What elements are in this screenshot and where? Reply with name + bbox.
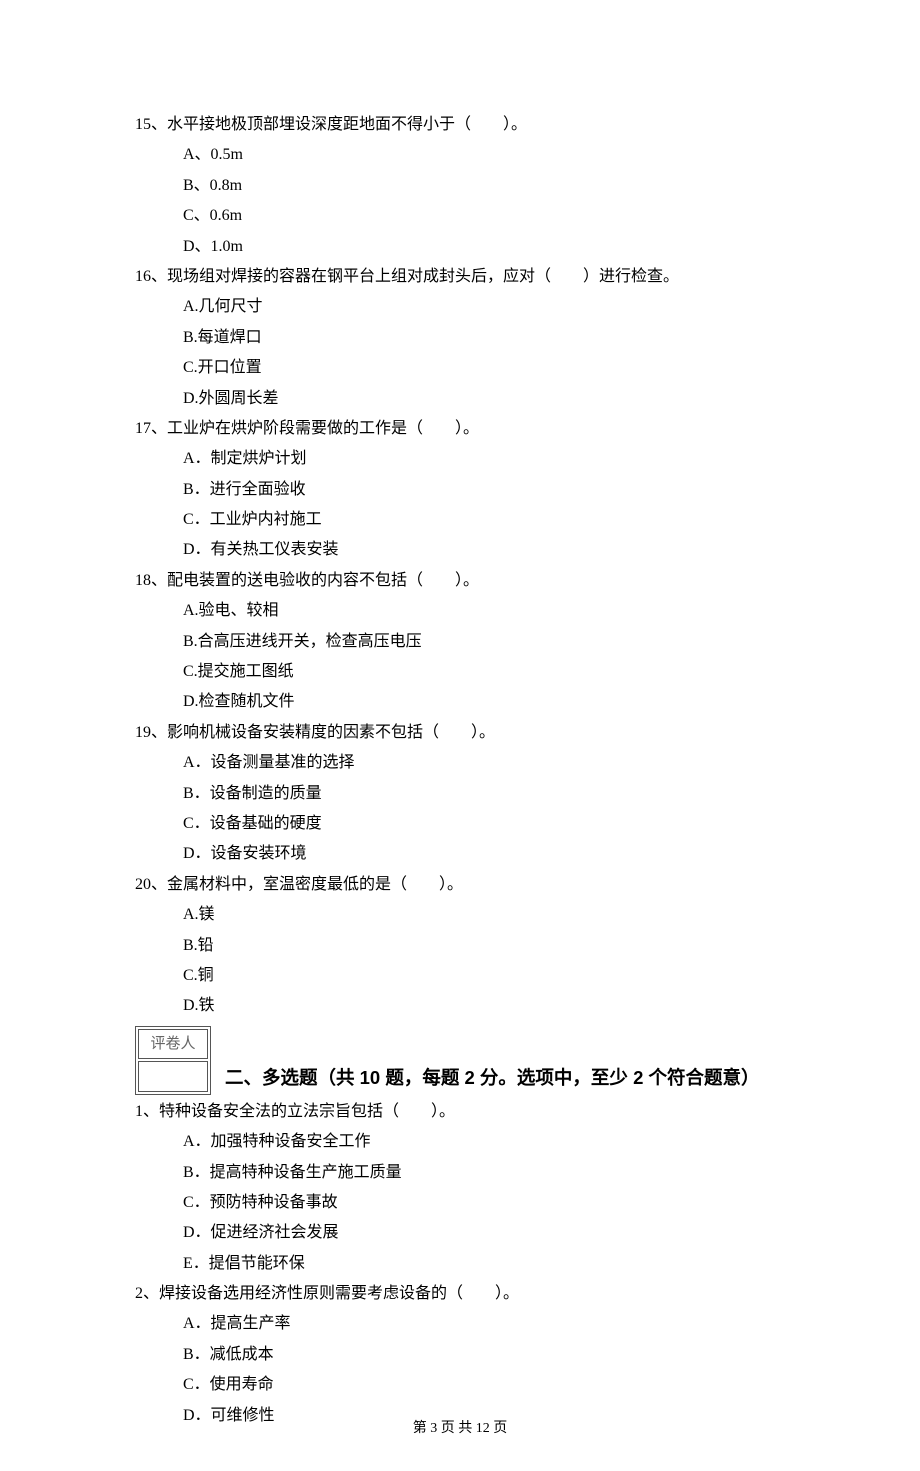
question-stem: 1、特种设备安全法的立法宗旨包括（ ）。 — [135, 1097, 785, 1127]
question-text: 工业炉在烘炉阶段需要做的工作是（ ）。 — [167, 420, 479, 437]
question-stem: 20、金属材料中，室温密度最低的是（ ）。 — [135, 870, 785, 900]
question-stem: 17、工业炉在烘炉阶段需要做的工作是（ ）。 — [135, 414, 785, 444]
option-c: C．预防特种设备事故 — [183, 1188, 785, 1218]
option-a: A.验电、较相 — [183, 596, 785, 626]
options: A.镁 B.铅 C.铜 D.铁 — [135, 900, 785, 1022]
options: A．提高生产率 B．减低成本 C．使用寿命 D．可维修性 — [135, 1309, 785, 1431]
option-e: E．提倡节能环保 — [183, 1249, 785, 1279]
option-c: C．设备基础的硬度 — [183, 809, 785, 839]
question-number: 15、 — [135, 116, 167, 133]
options: A．加强特种设备安全工作 B．提高特种设备生产施工质量 C．预防特种设备事故 D… — [135, 1127, 785, 1279]
question-text: 水平接地极顶部埋设深度距地面不得小于（ ）。 — [167, 116, 527, 133]
options: A.几何尺寸 B.每道焊口 C.开口位置 D.外圆周长差 — [135, 292, 785, 414]
option-a: A．提高生产率 — [183, 1309, 785, 1339]
multi-question-1: 1、特种设备安全法的立法宗旨包括（ ）。 A．加强特种设备安全工作 B．提高特种… — [135, 1097, 785, 1279]
option-a: A、0.5m — [183, 140, 785, 170]
options: A.验电、较相 B.合高压进线开关，检查高压电压 C.提交施工图纸 D.检查随机… — [135, 596, 785, 718]
option-b: B．提高特种设备生产施工质量 — [183, 1158, 785, 1188]
option-c: C.铜 — [183, 961, 785, 991]
question-text: 配电装置的送电验收的内容不包括（ ）。 — [167, 572, 479, 589]
question-stem: 18、配电装置的送电验收的内容不包括（ ）。 — [135, 566, 785, 596]
question-number: 18、 — [135, 572, 167, 589]
option-d: D.检查随机文件 — [183, 687, 785, 717]
option-b: B．减低成本 — [183, 1340, 785, 1370]
question-number: 20、 — [135, 876, 167, 893]
single-choice-block: 15、水平接地极顶部埋设深度距地面不得小于（ ）。 A、0.5m B、0.8m … — [135, 110, 785, 1022]
question-number: 19、 — [135, 724, 167, 741]
question-number: 17、 — [135, 420, 167, 437]
question-text: 影响机械设备安装精度的因素不包括（ ）。 — [167, 724, 495, 741]
section-2-header: 评卷人 二、多选题（共 10 题，每题 2 分。选项中，至少 2 个符合题意） — [135, 1022, 785, 1097]
option-a: A．制定烘炉计划 — [183, 444, 785, 474]
question-text: 焊接设备选用经济性原则需要考虑设备的（ ）。 — [159, 1285, 519, 1302]
question-20: 20、金属材料中，室温密度最低的是（ ）。 A.镁 B.铅 C.铜 D.铁 — [135, 870, 785, 1022]
option-a: A．设备测量基准的选择 — [183, 748, 785, 778]
question-17: 17、工业炉在烘炉阶段需要做的工作是（ ）。 A．制定烘炉计划 B．进行全面验收… — [135, 414, 785, 566]
multi-choice-block: 1、特种设备安全法的立法宗旨包括（ ）。 A．加强特种设备安全工作 B．提高特种… — [135, 1097, 785, 1431]
option-b: B、0.8m — [183, 171, 785, 201]
option-c: C．使用寿命 — [183, 1370, 785, 1400]
option-a: A.几何尺寸 — [183, 292, 785, 322]
option-d: D．促进经济社会发展 — [183, 1218, 785, 1248]
question-19: 19、影响机械设备安装精度的因素不包括（ ）。 A．设备测量基准的选择 B．设备… — [135, 718, 785, 870]
option-d: D．有关热工仪表安装 — [183, 535, 785, 565]
question-text: 金属材料中，室温密度最低的是（ ）。 — [167, 876, 463, 893]
option-b: B．进行全面验收 — [183, 475, 785, 505]
option-a: A．加强特种设备安全工作 — [183, 1127, 785, 1157]
question-18: 18、配电装置的送电验收的内容不包括（ ）。 A.验电、较相 B.合高压进线开关… — [135, 566, 785, 718]
section-2-title: 二、多选题（共 10 题，每题 2 分。选项中，至少 2 个符合题意） — [225, 1060, 760, 1095]
option-c: C.开口位置 — [183, 353, 785, 383]
option-a: A.镁 — [183, 900, 785, 930]
question-number: 1、 — [135, 1103, 159, 1120]
option-d: D、1.0m — [183, 232, 785, 262]
page-footer: 第 3 页 共 12 页 — [0, 1416, 920, 1443]
option-b: B.铅 — [183, 931, 785, 961]
options: A．设备测量基准的选择 B．设备制造的质量 C．设备基础的硬度 D．设备安装环境 — [135, 748, 785, 870]
question-stem: 2、焊接设备选用经济性原则需要考虑设备的（ ）。 — [135, 1279, 785, 1309]
question-15: 15、水平接地极顶部埋设深度距地面不得小于（ ）。 A、0.5m B、0.8m … — [135, 110, 785, 262]
grader-blank — [138, 1061, 208, 1092]
grader-box: 评卷人 — [135, 1026, 211, 1095]
question-16: 16、现场组对焊接的容器在钢平台上组对成封头后，应对（ ）进行检查。 A.几何尺… — [135, 262, 785, 414]
option-b: B．设备制造的质量 — [183, 779, 785, 809]
option-d: D.外圆周长差 — [183, 384, 785, 414]
grader-label: 评卷人 — [138, 1029, 208, 1060]
question-stem: 16、现场组对焊接的容器在钢平台上组对成封头后，应对（ ）进行检查。 — [135, 262, 785, 292]
question-number: 16、 — [135, 268, 167, 285]
option-b: B.每道焊口 — [183, 323, 785, 353]
question-stem: 15、水平接地极顶部埋设深度距地面不得小于（ ）。 — [135, 110, 785, 140]
option-c: C、0.6m — [183, 201, 785, 231]
option-b: B.合高压进线开关，检查高压电压 — [183, 627, 785, 657]
option-d: D．设备安装环境 — [183, 839, 785, 869]
option-c: C.提交施工图纸 — [183, 657, 785, 687]
question-text: 特种设备安全法的立法宗旨包括（ ）。 — [159, 1103, 455, 1120]
option-d: D.铁 — [183, 991, 785, 1021]
question-text: 现场组对焊接的容器在钢平台上组对成封头后，应对（ ）进行检查。 — [167, 268, 679, 285]
options: A、0.5m B、0.8m C、0.6m D、1.0m — [135, 140, 785, 262]
options: A．制定烘炉计划 B．进行全面验收 C．工业炉内衬施工 D．有关热工仪表安装 — [135, 444, 785, 566]
question-stem: 19、影响机械设备安装精度的因素不包括（ ）。 — [135, 718, 785, 748]
question-number: 2、 — [135, 1285, 159, 1302]
option-c: C．工业炉内衬施工 — [183, 505, 785, 535]
